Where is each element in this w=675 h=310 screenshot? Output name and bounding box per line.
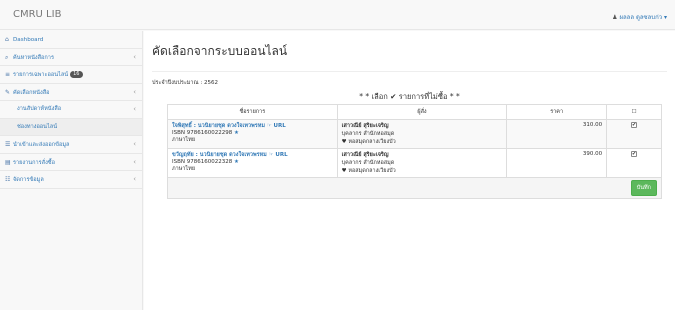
order-table: ชื่อรายการ ผู้สั่ง ราคา ☐ ใจพิสุทธิ์ : น… xyxy=(167,104,662,199)
sidebar-item-label: รายงานการสั่งซื้อ xyxy=(13,159,55,166)
user-icon: ♟ xyxy=(612,14,618,21)
user-menu[interactable]: ♟ ผลลล ดูลซลบก่ว ▾ xyxy=(612,12,667,22)
orderer-cell: เสาวณีย์ สุริยะเจริญ บุคลากร สำนักหอสมุด… xyxy=(336,148,508,178)
chevron-left-icon: ‹ xyxy=(133,87,136,96)
sidebar-item-manage-data[interactable]: ☷ จัดการข้อมูล ‹ xyxy=(0,171,142,189)
table-row: ใจพิสุทธิ์ : นวนิยายชุด ดวงใจเทวพรหม ☞ U… xyxy=(167,119,662,149)
footer-cell: บันทึก xyxy=(167,177,662,199)
orderer-role: บุคลากร สำนักหอสมุด xyxy=(341,131,395,137)
star-icon[interactable]: ★ xyxy=(234,159,239,165)
sidebar-item-label: นำเข้าและส่งออกข้อมูล xyxy=(13,142,70,148)
divider xyxy=(152,71,667,72)
sidebar-subitem-online-channel[interactable]: ช่องทางออนไลน์ xyxy=(0,118,142,136)
url-link[interactable]: ☞ URL xyxy=(267,123,286,129)
sidebar-item-label: งานสัปดาห์หนังสือ xyxy=(17,106,62,112)
isbn-text: ISBN 9786160022298 xyxy=(172,130,233,136)
sidebar-item-label: จัดการข้อมูล xyxy=(13,177,44,183)
price-cell: 390.00 xyxy=(506,148,608,178)
database-icon: ☰ xyxy=(5,141,11,148)
url-link[interactable]: ☞ URL xyxy=(269,152,288,158)
table-row: ขวัญฤทัย : นวนิยายชุด ดวงใจเทวพรหม ☞ URL… xyxy=(167,148,662,178)
grid-icon: ☷ xyxy=(5,176,11,183)
chevron-left-icon: ‹ xyxy=(133,157,136,166)
isbn-text: ISBN 9786160022328 xyxy=(172,159,233,165)
sidebar-item-search[interactable]: ⌕ ค้นหาหนังสือการ ‹ xyxy=(0,49,142,66)
select-cell: ✔ xyxy=(606,148,662,178)
chevron-left-icon: ‹ xyxy=(133,140,136,148)
orderer-location: ♥ หอสมุดกลางเวียงบัว xyxy=(341,168,396,174)
chevron-left-icon: ‹ xyxy=(133,52,136,61)
sidebar: ⌂ Dashboard ⌕ ค้นหาหนังสือการ ‹ ≡ รายการเฉพา… xyxy=(0,31,143,310)
sidebar-subitem-book-week[interactable]: งานสัปดาห์หนังสือ ‹ xyxy=(0,101,142,119)
main-content: คัดเลือกจากระบบออนไลน์ ประจำปีงบประมาณ :… xyxy=(144,31,675,310)
row-checkbox[interactable]: ✔ xyxy=(631,122,638,128)
page-title: คัดเลือกจากระบบออนไลน์ xyxy=(152,44,288,58)
book-title-link[interactable]: ขวัญฤทัย : นวนิยายชุด ดวงใจเทวพรหม xyxy=(172,152,267,158)
orderer-role: บุคลากร สำนักหอสมุด xyxy=(341,160,395,166)
brand-title[interactable]: CMRU LIB xyxy=(13,9,61,20)
price-cell: 310.00 xyxy=(506,119,608,149)
filter-icon: ≡ xyxy=(5,71,11,78)
count-badge: 16 xyxy=(70,71,83,78)
selection-hint: * * เลือก ✔ รายการที่ไม่ซื้อ * * xyxy=(359,92,460,101)
orderer-name: เสาวณีย์ สุริยะเจริญ xyxy=(341,152,389,158)
chevron-left-icon: ‹ xyxy=(133,175,136,183)
orderer-cell: เสาวณีย์ สุริยะเจริญ บุคลากร สำนักหอสมุด… xyxy=(336,119,508,149)
sidebar-item-select-books[interactable]: ✎ คัดเลือกหนังสือ ‹ xyxy=(0,84,142,101)
row-checkbox[interactable]: ✔ xyxy=(631,151,638,157)
sidebar-item-label: รายการเฉพาะออนไลน์ xyxy=(13,72,69,78)
language-text: ภาษาไทย xyxy=(172,166,196,172)
sidebar-item-order-report[interactable]: ▤ รายงานการสั่งซื้อ ‹ xyxy=(0,154,142,171)
star-icon[interactable]: ★ xyxy=(234,130,239,136)
top-navbar: CMRU LIB ♟ ผลลล ดูลซลบก่ว ▾ xyxy=(0,0,675,30)
select-cell: ✔ xyxy=(606,119,662,149)
sidebar-item-import-export[interactable]: ☰ นำเข้าและส่งออกข้อมูล ‹ xyxy=(0,136,142,154)
sidebar-item-label: Dashboard xyxy=(13,37,44,43)
chart-icon: ▤ xyxy=(5,158,11,166)
column-header-price[interactable]: ราคา xyxy=(506,104,608,120)
sidebar-item-label: คัดเลือกหนังสือ xyxy=(13,89,50,96)
edit-icon: ✎ xyxy=(5,88,11,96)
fiscal-year-label: ประจำปีงบประมาณ : 2562 xyxy=(152,80,218,86)
column-header-orderer[interactable]: ผู้สั่ง xyxy=(336,104,508,120)
save-button[interactable]: บันทึก xyxy=(630,180,657,196)
table-header-row: ชื่อรายการ ผู้สั่ง ราคา ☐ xyxy=(167,104,662,120)
sidebar-item-dashboard[interactable]: ⌂ Dashboard xyxy=(0,31,142,49)
orderer-name: เสาวณีย์ สุริยะเจริญ xyxy=(341,123,389,129)
sidebar-item-label: ค้นหาหนังสือการ xyxy=(13,54,54,61)
sidebar-item-label: ช่องทางออนไลน์ xyxy=(17,123,58,130)
column-header-title[interactable]: ชื่อรายการ xyxy=(167,104,338,120)
user-menu-label: ผลลล ดูลซลบก่ว ▾ xyxy=(619,14,667,21)
chevron-left-icon: ‹ xyxy=(133,105,136,113)
search-icon: ⌕ xyxy=(5,53,9,61)
table-footer-row: บันทึก xyxy=(167,177,662,199)
orderer-location: ♥ หอสมุดกลางเวียงบัว xyxy=(341,139,396,145)
book-title-link[interactable]: ใจพิสุทธิ์ : นวนิยายชุด ดวงใจเทวพรหม xyxy=(172,123,265,129)
title-cell: ใจพิสุทธิ์ : นวนิยายชุด ดวงใจเทวพรหม ☞ U… xyxy=(167,119,338,149)
column-header-select[interactable]: ☐ xyxy=(606,104,662,120)
title-cell: ขวัญฤทัย : นวนิยายชุด ดวงใจเทวพรหม ☞ URL… xyxy=(167,148,338,178)
sidebar-item-online-list[interactable]: ≡ รายการเฉพาะออนไลน์ 16 xyxy=(0,66,142,84)
language-text: ภาษาไทย xyxy=(172,137,196,143)
dashboard-icon: ⌂ xyxy=(5,36,9,43)
